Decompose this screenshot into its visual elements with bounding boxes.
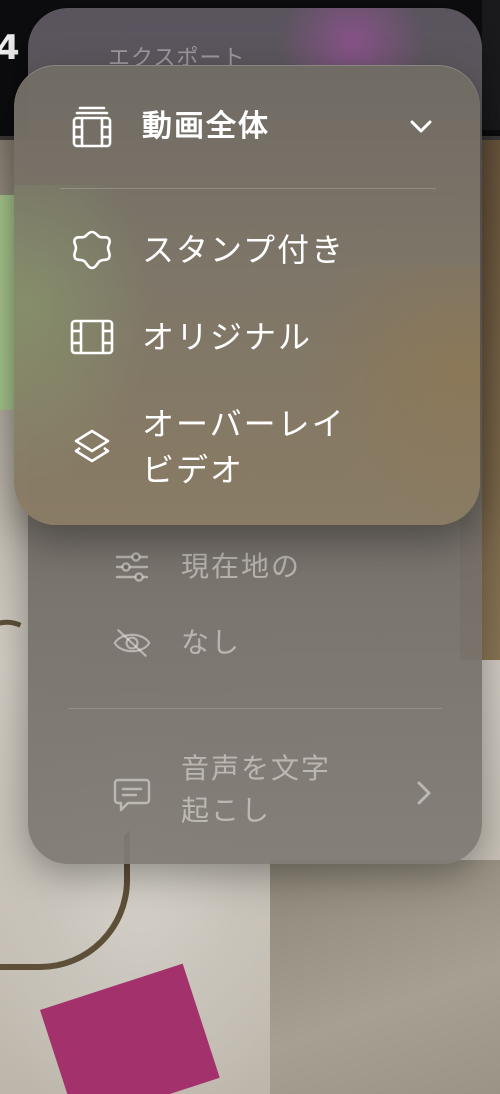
menu-item-location[interactable]: 現在地の: [28, 532, 482, 602]
menu-item-label: 音声を文字 起こし: [181, 752, 332, 827]
option-label: オリジナル: [142, 318, 313, 356]
menu-divider: [68, 708, 442, 709]
menu-item-label: なし: [181, 626, 242, 659]
corner-text: 4: [0, 28, 20, 68]
stacked-film-icon: [72, 105, 112, 149]
menu-item-none[interactable]: なし: [28, 608, 482, 678]
camera-screen: 4 エクスポート 現在地の なし 音声を文字 起こし 動画全体 スタンプ付き オ…: [0, 0, 500, 1094]
option-label: スタンプ付き: [142, 231, 346, 269]
video-scope-menu: 動画全体 スタンプ付き オリジナル オーバーレイ ビデオ: [14, 65, 480, 525]
menu-item-label: 現在地の: [181, 550, 302, 583]
layers-icon: [70, 425, 114, 469]
speech-bubble-icon: [112, 775, 152, 815]
option-with-stickers[interactable]: スタンプ付き: [14, 222, 480, 278]
menu-divider: [60, 188, 436, 189]
floor-area: [270, 860, 500, 1094]
chevron-right-icon: [414, 778, 434, 808]
sticker-badge-icon: [70, 228, 114, 272]
right-edge-bar: [482, 0, 500, 130]
sliders-icon: [112, 547, 152, 587]
scope-selector-label: 動画全体: [142, 109, 270, 144]
scope-selector[interactable]: 動画全体: [14, 95, 480, 159]
option-overlay-video[interactable]: オーバーレイ ビデオ: [14, 399, 480, 495]
option-label: オーバーレイ ビデオ: [142, 405, 346, 489]
film-icon: [70, 315, 114, 359]
chevron-down-icon: [408, 117, 434, 137]
eye-slash-icon: [112, 623, 152, 663]
option-original[interactable]: オリジナル: [14, 309, 480, 365]
